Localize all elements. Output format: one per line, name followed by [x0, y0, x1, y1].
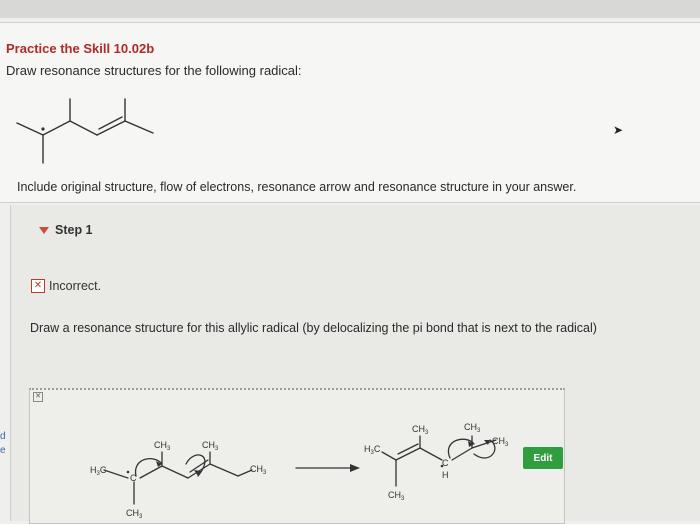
divider — [0, 202, 700, 203]
radical-structure — [16, 98, 154, 164]
mouse-cursor-icon: ➤ — [613, 123, 624, 137]
svg-text:H3C: H3C — [90, 465, 107, 477]
include-instructions: Include original structure, flow of elec… — [17, 180, 577, 194]
resonance-drawing: H3C C CH3 CH3 CH3 CH3 H3C CH3 CH3 CH3 CH… — [90, 422, 509, 520]
svg-text:CH3: CH3 — [388, 490, 405, 502]
svg-text:CH3: CH3 — [412, 424, 429, 436]
step-label: Step 1 — [55, 223, 93, 237]
svg-text:H3C: H3C — [364, 444, 381, 456]
left-edge-fragment: d e — [0, 430, 6, 458]
status-incorrect: ✕ Incorrect. — [31, 279, 101, 293]
incorrect-x-icon: ✕ — [31, 279, 45, 293]
step-toggle[interactable]: Step 1 — [39, 223, 93, 237]
edge-text-2: e — [0, 445, 6, 456]
triangle-down-icon — [39, 226, 49, 234]
svg-text:CH3: CH3 — [202, 440, 219, 452]
radical-dot — [41, 127, 45, 131]
skill-title: Practice the Skill 10.02b — [6, 41, 155, 56]
svg-text:CH3: CH3 — [126, 508, 143, 520]
edit-button[interactable]: Edit — [523, 447, 563, 469]
status-text: Incorrect. — [49, 279, 102, 293]
step-section: Step 1 ✕ Incorrect. Draw a resonance str… — [10, 205, 700, 524]
svg-text:CH3: CH3 — [250, 464, 267, 476]
svg-text:H: H — [442, 470, 449, 480]
radical-dot — [126, 470, 130, 474]
svg-text:C: C — [442, 458, 449, 468]
svg-text:C: C — [130, 473, 137, 483]
edge-text-1: d — [0, 431, 6, 442]
top-bar — [0, 0, 700, 18]
svg-text:CH3: CH3 — [154, 440, 171, 452]
svg-text:CH3: CH3 — [464, 422, 481, 434]
problem-panel: Practice the Skill 10.02b Draw resonance… — [0, 22, 700, 203]
step-instruction: Draw a resonance structure for this ally… — [30, 321, 597, 335]
close-icon[interactable]: ✕ — [33, 392, 43, 402]
answer-drawing-box[interactable]: ✕ H3C C CH3 CH3 CH3 CH3 H3C CH3 CH3 CH3 … — [29, 388, 565, 524]
problem-prompt: Draw resonance structures for the follow… — [6, 63, 302, 78]
